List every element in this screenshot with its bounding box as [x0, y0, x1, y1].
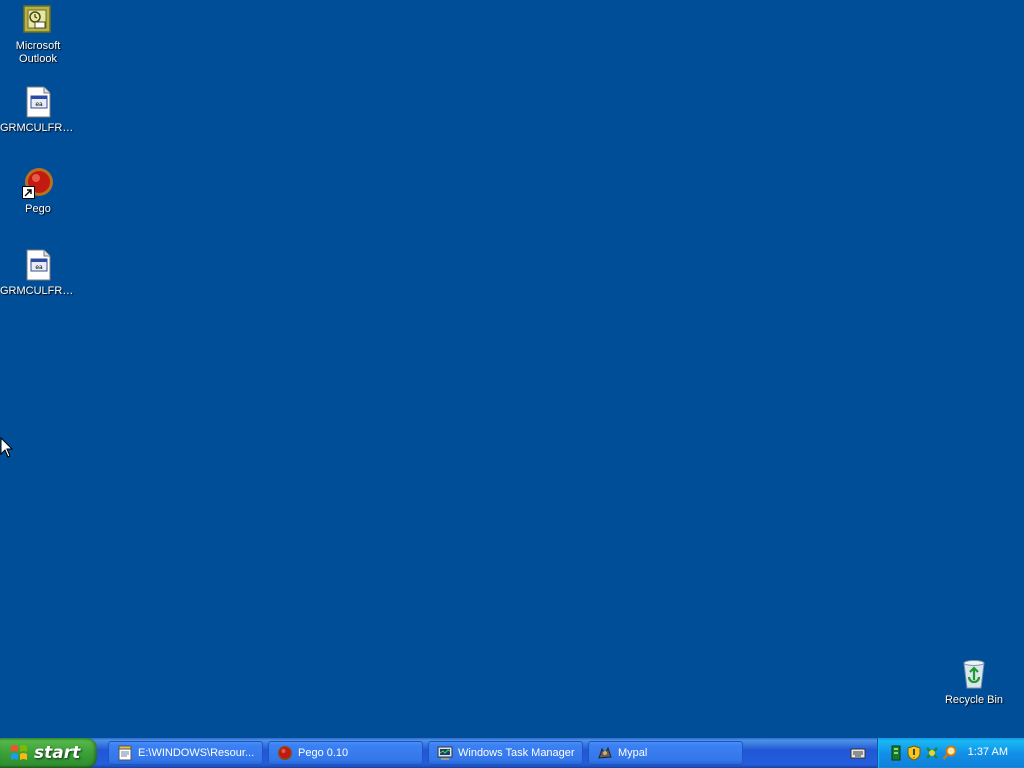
desktop-icon-label: Pego: [25, 203, 51, 215]
document-icon: ea: [22, 249, 54, 281]
desktop-icon-label: GRMCULFRE...: [0, 285, 76, 297]
taskbar-button-mypal[interactable]: Mypal: [588, 741, 743, 765]
desktop-icon-label: Microsoft Outlook: [15, 40, 61, 65]
pego-icon: [277, 745, 293, 761]
desktop-icon-label: Recycle Bin: [944, 694, 1004, 706]
keyboard-icon[interactable]: [850, 746, 866, 760]
taskbar-button-notepad[interactable]: E:\WINDOWS\Resour...: [108, 741, 263, 765]
pego-icon: [22, 167, 54, 199]
desktop-icon-outlook[interactable]: Microsoft Outlook: [0, 4, 76, 66]
taskbar-button-label: Windows Task Manager: [458, 747, 575, 759]
update-icon[interactable]: [924, 745, 940, 761]
taskbar: start E:\WINDOWS\Resour... Pego 0.10 Win…: [0, 738, 1024, 768]
desktop-icon-label: GRMCULFRE...: [0, 122, 76, 134]
taskbar-button-label: Mypal: [618, 747, 648, 759]
desktop-icon-recycle-bin[interactable]: Recycle Bin: [936, 658, 1012, 707]
desktop-icon-grmculfre-1[interactable]: ea GRMCULFRE...: [0, 86, 76, 135]
desktop-icon-grmculfre-2[interactable]: ea GRMCULFRE...: [0, 249, 76, 298]
svg-text:ea: ea: [35, 101, 43, 108]
mypal-icon: [597, 745, 613, 761]
start-label: start: [34, 743, 81, 763]
notepad-icon: [117, 745, 133, 761]
taskbar-button-label: E:\WINDOWS\Resour...: [138, 747, 255, 759]
shortcut-arrow-icon: [22, 186, 35, 199]
recycle-bin-icon: [958, 658, 990, 690]
document-icon: ea: [22, 86, 54, 118]
task-manager-icon: [437, 745, 453, 761]
outlook-icon: [22, 4, 54, 36]
taskbar-button-pego[interactable]: Pego 0.10: [268, 741, 423, 765]
system-tray: 1:37 AM: [877, 738, 1024, 768]
network-icon[interactable]: [888, 745, 904, 761]
taskbar-button-task-manager[interactable]: Windows Task Manager: [428, 741, 583, 765]
taskbar-button-label: Pego 0.10: [298, 747, 349, 759]
svg-text:ea: ea: [35, 264, 43, 271]
clock[interactable]: 1:37 AM: [968, 746, 1008, 758]
mouse-cursor-icon: [0, 436, 14, 459]
search-icon[interactable]: [942, 745, 958, 761]
desktop[interactable]: Microsoft Outlook ea GRMCULFRE... Pego e…: [0, 0, 1024, 738]
windows-logo-icon: [10, 744, 28, 762]
desktop-icon-pego[interactable]: Pego: [0, 167, 76, 216]
security-shield-icon[interactable]: [906, 745, 922, 761]
start-button[interactable]: start: [0, 738, 97, 768]
